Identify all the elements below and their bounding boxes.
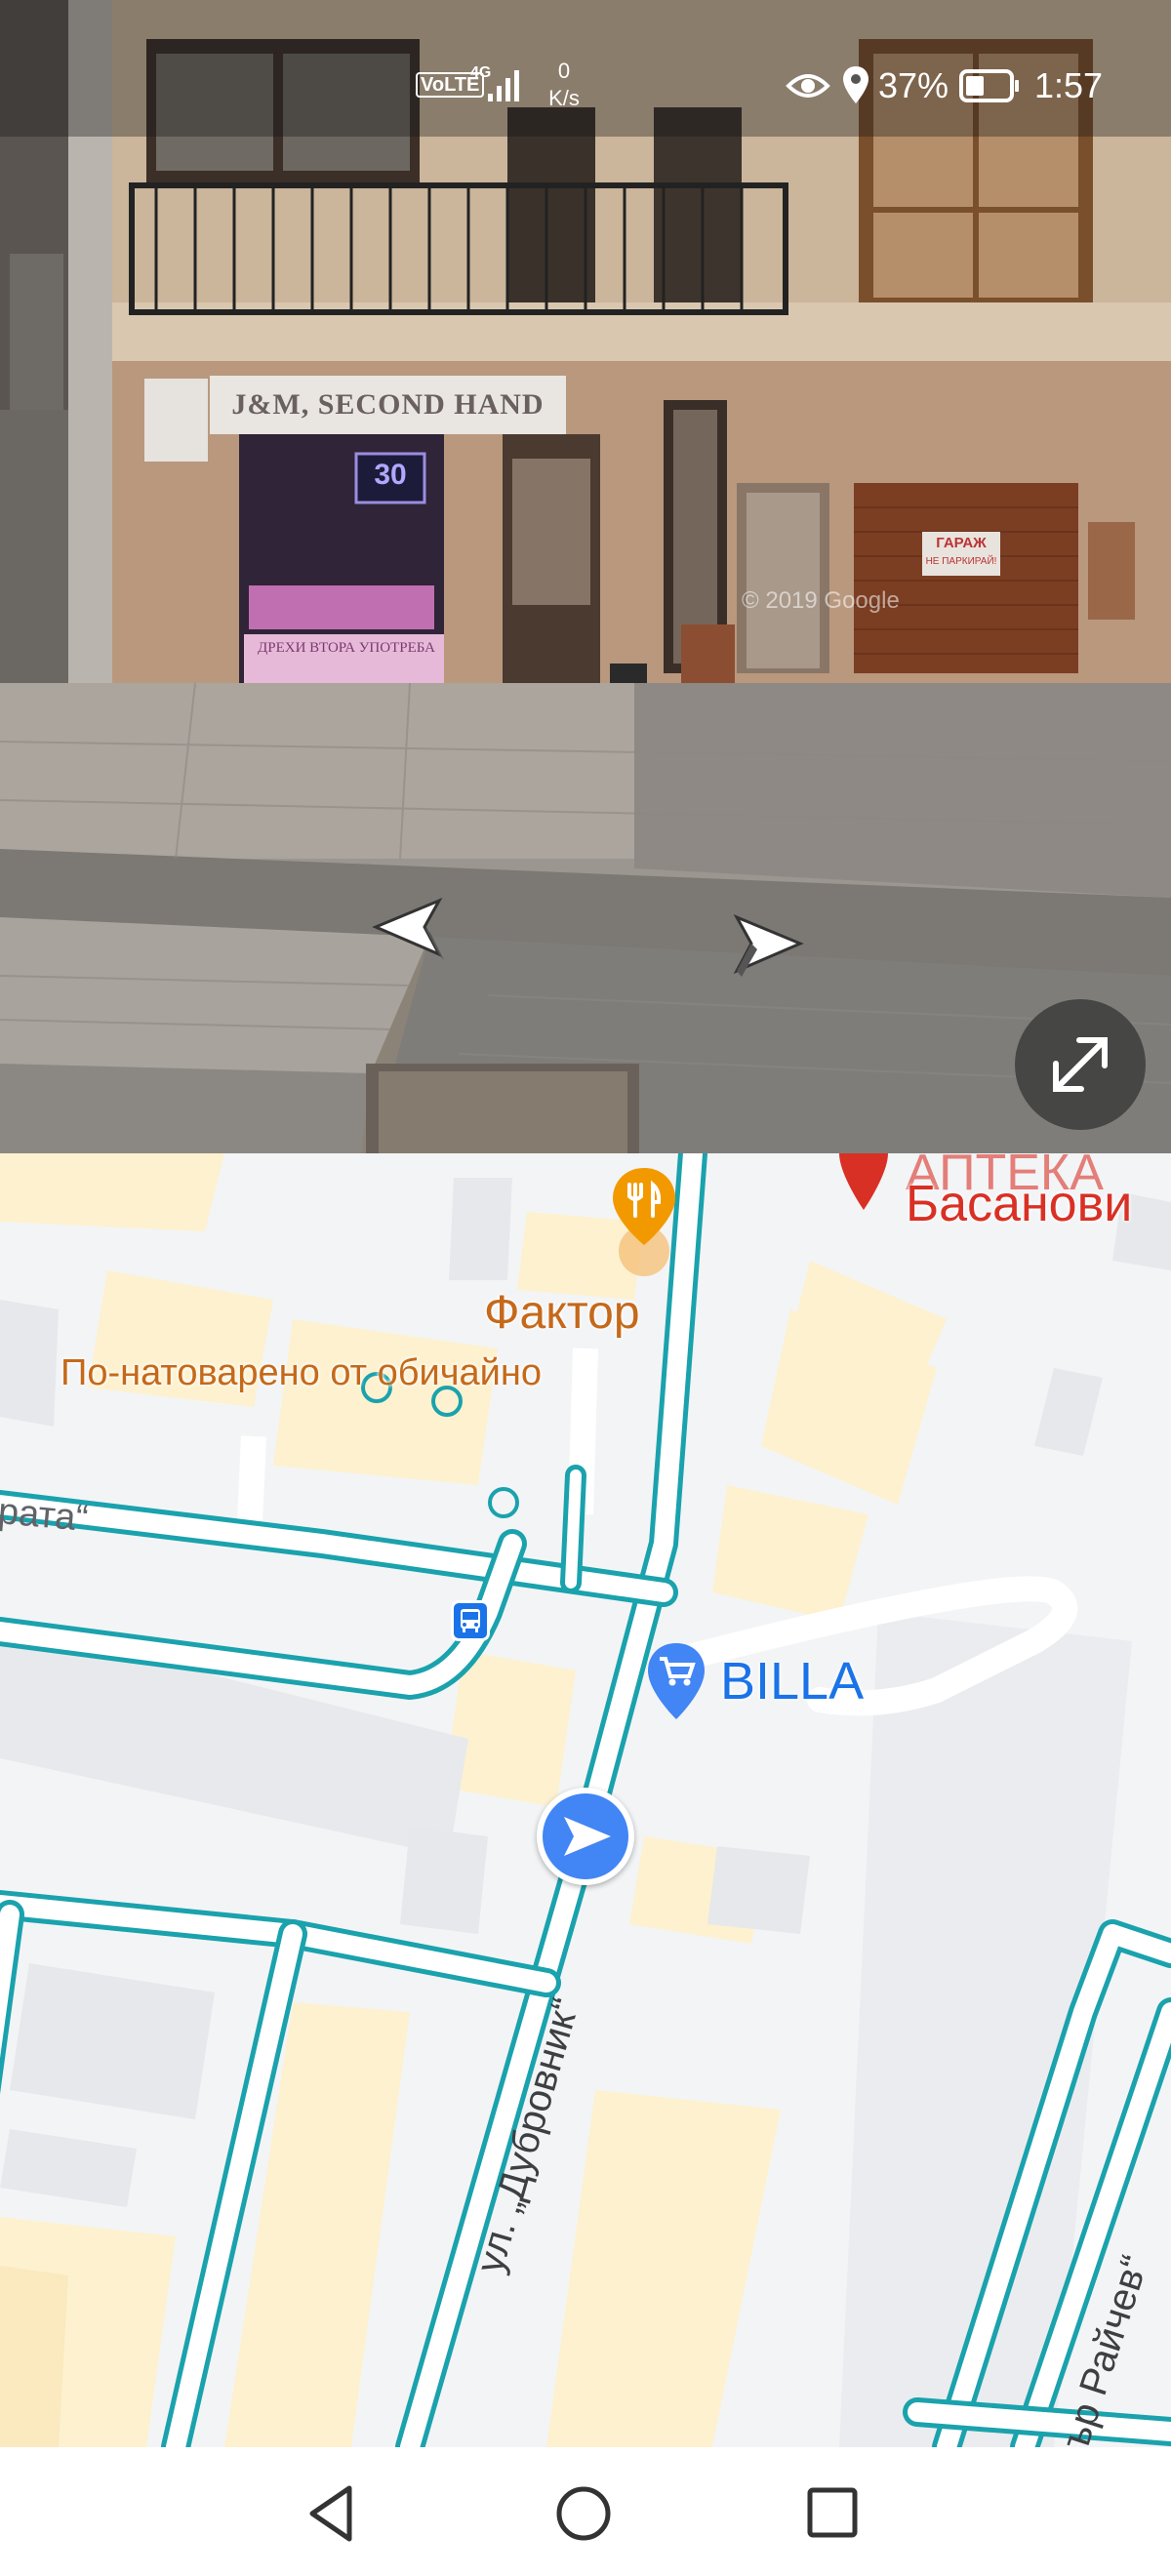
pharmacy-label[interactable]: Басанови xyxy=(906,1175,1132,1233)
home-icon[interactable] xyxy=(554,2484,613,2543)
speed-unit: K/s xyxy=(548,86,580,110)
battery-icon xyxy=(959,69,1019,102)
restaurant-status: По-натоварено от обичайно xyxy=(61,1352,542,1393)
garage-sign-subtitle: НЕ ПАРКИРАЙ! xyxy=(925,556,997,567)
shop-window-banner: ДРЕХИ ВТОРА УПОТРЕБА xyxy=(258,640,435,656)
recents-icon[interactable] xyxy=(806,2486,861,2541)
google-watermark: © 2019 Google xyxy=(742,587,900,614)
street-label-partial: рата“ xyxy=(0,1491,90,1540)
signal-icon xyxy=(488,70,519,101)
pharmacy-pin-icon[interactable] xyxy=(831,1153,896,1212)
navigation-arrow-icon xyxy=(543,1793,628,1879)
battery-percent: 37% xyxy=(878,65,949,105)
clock: 1:57 xyxy=(1034,65,1104,105)
my-location-marker[interactable] xyxy=(537,1788,634,1885)
cart-pin-icon[interactable] xyxy=(644,1641,708,1723)
eye-icon xyxy=(786,74,830,98)
billa-label[interactable]: BILLA xyxy=(720,1651,864,1711)
expand-button[interactable] xyxy=(1015,999,1146,1130)
arrow-back-icon[interactable] xyxy=(366,896,454,964)
street-view-panorama[interactable]: J&M, SECOND HAND ДРЕХИ ВТОРА УПОТРЕБА 30… xyxy=(0,0,1171,1153)
restaurant-pin-icon[interactable] xyxy=(605,1163,683,1280)
status-bar: VoLTE 4G 0 K/s 37% 1:57 xyxy=(0,0,1171,137)
back-icon[interactable] xyxy=(303,2482,361,2545)
map-view[interactable]: АПТЕКА Басанови Фактор По-натоварено от … xyxy=(0,1153,1171,2447)
street-view-image xyxy=(0,0,1171,1153)
system-nav-bar xyxy=(0,2447,1171,2576)
garage-sign-title: ГАРАЖ xyxy=(936,535,987,551)
location-icon xyxy=(843,66,868,103)
arrow-forward-icon[interactable] xyxy=(722,912,810,981)
speed-value: 0 xyxy=(557,59,571,83)
shop-sign-text: J&M, SECOND HAND xyxy=(231,388,545,421)
bus-stop-marker[interactable] xyxy=(451,1600,490,1641)
restaurant-name[interactable]: Фактор xyxy=(484,1286,640,1340)
expand-icon xyxy=(1053,1037,1108,1092)
bus-stop-icon xyxy=(461,1609,480,1632)
price-tag: 30 xyxy=(374,459,407,491)
